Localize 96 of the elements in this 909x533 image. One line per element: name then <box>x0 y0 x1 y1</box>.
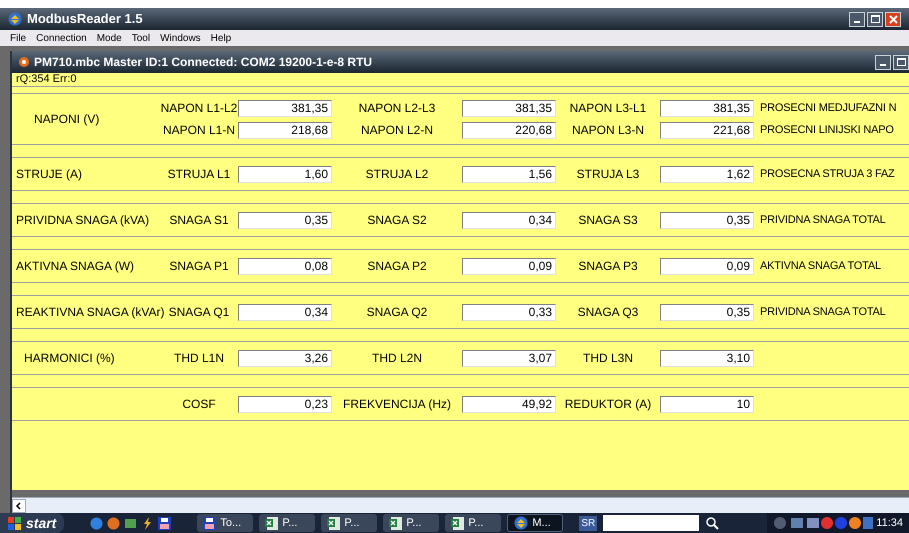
taskbar-button[interactable]: P... <box>445 514 502 532</box>
taskbar-button[interactable]: P... <box>321 514 378 532</box>
measure-label: THD L1N <box>174 350 224 367</box>
measure-label: SNAGA Q1 <box>168 304 230 321</box>
language-indicator[interactable]: SR <box>579 516 598 530</box>
value-field[interactable]: 381,35 <box>238 100 332 116</box>
value-field[interactable]: 0,34 <box>462 212 556 228</box>
value-field[interactable]: 0,09 <box>660 258 754 274</box>
measure-label: STRUJA L1 <box>168 166 230 183</box>
search-icon[interactable] <box>705 516 720 530</box>
app-logo-icon <box>514 516 528 530</box>
maximize-button[interactable] <box>893 54 909 70</box>
menu-item[interactable]: Connection <box>36 30 87 46</box>
spreadsheet-icon <box>451 516 464 530</box>
section-title: REAKTIVNA SNAGA (kVAr) <box>16 304 164 321</box>
value-field[interactable]: 10 <box>660 396 754 412</box>
taskbar-button[interactable]: To... <box>197 514 254 532</box>
value-field[interactable]: 220,68 <box>462 122 556 138</box>
menu-item[interactable]: Windows <box>160 30 201 46</box>
menu-item[interactable]: Tool <box>132 30 150 46</box>
section-title: PRIVIDNA SNAGA (kVA) <box>16 212 150 229</box>
menu-item[interactable]: Mode <box>96 30 122 46</box>
measure-label: NAPON L1-N <box>162 122 236 139</box>
taskbar-button[interactable]: M... <box>507 514 564 532</box>
measure-label: THD L3N <box>582 350 633 367</box>
search-field[interactable] <box>603 515 700 531</box>
value-field[interactable]: 381,35 <box>660 100 754 116</box>
value-field[interactable]: 381,35 <box>462 100 556 116</box>
summary-label: PROSECNI MEDJUFAZNI N <box>760 100 896 116</box>
value-field[interactable]: 0,23 <box>238 396 332 412</box>
measure-label: NAPON L2-L3 <box>358 100 436 117</box>
minimize-button[interactable] <box>849 12 865 26</box>
section-title: NAPONI (V) <box>33 111 100 128</box>
start-button[interactable]: start <box>0 513 64 533</box>
measure-label: SNAGA S1 <box>169 212 229 229</box>
value-field[interactable]: 0,08 <box>238 258 332 274</box>
tray-icons-drawing[interactable] <box>773 516 874 530</box>
section-title: HARMONICI (%) <box>23 350 115 367</box>
value-field[interactable]: 3,07 <box>462 350 556 366</box>
status-text: rQ:354 Err:0 <box>16 72 77 88</box>
measure-label: NAPON L2-N <box>360 122 434 139</box>
value-field[interactable]: 0,35 <box>660 304 754 320</box>
close-icon <box>888 14 898 24</box>
close-button[interactable] <box>885 12 901 26</box>
section-title: AKTIVNA SNAGA (W) <box>16 258 134 275</box>
window-title: ModbusReader 1.5 <box>27 10 143 28</box>
value-field[interactable]: 221,68 <box>660 122 754 138</box>
measure-label: REDUKTOR (A) <box>564 396 652 413</box>
spreadsheet-icon <box>327 516 340 530</box>
value-field[interactable]: 3,10 <box>660 350 754 366</box>
summary-label: AKTIVNA SNAGA TOTAL <box>760 258 881 274</box>
value-field[interactable]: 1,62 <box>660 166 754 182</box>
measure-label: NAPON L3-N <box>572 122 644 139</box>
document-title: PM710.mbc Master ID:1 Connected: COM2 19200-1-e-8 RTU <box>34 54 372 71</box>
clock: 11:34 <box>876 516 903 531</box>
measure-label: SNAGA S2 <box>367 212 427 229</box>
spreadsheet-icon <box>389 516 402 530</box>
minimize-button[interactable] <box>875 54 891 70</box>
summary-label: PRIVIDNA SNAGA TOTAL <box>760 304 886 320</box>
section-title: STRUJE (A) <box>16 166 82 183</box>
measure-label: NAPON L1-L2 <box>160 100 238 117</box>
value-field[interactable]: 0,09 <box>462 258 556 274</box>
maximize-button[interactable] <box>867 12 883 26</box>
measure-label: COSF <box>182 396 216 413</box>
value-field[interactable]: 0,33 <box>462 304 556 320</box>
value-field[interactable]: 1,56 <box>462 166 556 182</box>
summary-label: PRIVIDNA SNAGA TOTAL <box>760 212 886 228</box>
value-field[interactable]: 3,26 <box>238 350 332 366</box>
value-field[interactable]: 1,60 <box>238 166 332 182</box>
value-field[interactable]: 0,35 <box>660 212 754 228</box>
measure-label: THD L2N <box>372 350 422 367</box>
value-field[interactable]: 0,35 <box>238 212 332 228</box>
value-field[interactable]: 218,68 <box>238 122 332 138</box>
summary-label: PROSECNA STRUJA 3 FAZ <box>760 166 895 182</box>
measure-label: STRUJA L3 <box>576 166 640 183</box>
spreadsheet-icon <box>265 516 278 530</box>
gear-icon <box>18 56 30 68</box>
menu-item[interactable]: File <box>10 30 26 46</box>
measure-label: STRUJA L2 <box>366 166 428 183</box>
windows-logo-icon <box>8 516 22 530</box>
measure-label: FREKVENCIJA (Hz) <box>342 396 451 413</box>
value-field[interactable]: 0,34 <box>238 304 332 320</box>
measure-label: SNAGA P3 <box>578 258 638 275</box>
taskbar-button[interactable]: P... <box>383 514 440 532</box>
app-logo-icon <box>8 12 22 26</box>
measure-label: SNAGA P1 <box>169 258 229 275</box>
measure-label: SNAGA Q2 <box>366 304 428 321</box>
summary-label: PROSECNI LINIJSKI NAPO <box>760 122 894 138</box>
horizontal-scrollbar[interactable] <box>12 497 909 513</box>
value-field[interactable]: 49,92 <box>462 396 556 412</box>
taskbar-button[interactable]: P... <box>259 514 316 532</box>
measure-label: SNAGA S3 <box>578 212 638 229</box>
menu-item[interactable]: Help <box>210 30 232 46</box>
measure-label: SNAGA P2 <box>367 258 427 275</box>
measure-label: SNAGA Q3 <box>578 304 638 321</box>
measure-label: NAPON L3-L1 <box>570 100 646 117</box>
